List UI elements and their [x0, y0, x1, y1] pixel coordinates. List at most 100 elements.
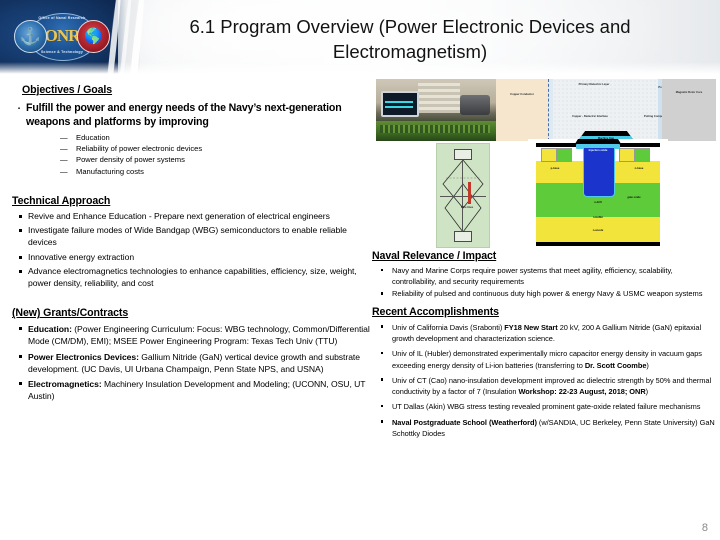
list-item-text: (Power Engineering Curriculum: Focus: WB…: [28, 324, 370, 347]
list-item: — Education: [58, 132, 370, 143]
list-item-label: Manufacturing costs: [76, 166, 144, 176]
bullet-marker: [12, 211, 28, 218]
objectives-heading: Objectives / Goals: [22, 84, 113, 96]
label-primary-dielectric-layer: Primary Dielectric Layer: [578, 83, 610, 86]
grants-section: (New) Grants/Contracts Education: (Power…: [12, 307, 370, 402]
bullet-marker: [12, 252, 28, 259]
list-item: Univ of California Davis (Srabonti) FY18…: [372, 322, 716, 345]
list-item-label: Naval Postgraduate School (Weatherford) …: [392, 417, 716, 440]
list-item-label: Power Electronics Devices: Gallium Nitri…: [28, 351, 370, 375]
list-item-pre: Univ of California Davis (Srabonti): [392, 322, 505, 332]
objectives-bullet-marker: ▪: [17, 106, 21, 112]
green-pcb: [376, 121, 496, 141]
objectives-sub-list: — Education — Reliability of power electro…: [58, 132, 370, 177]
label-n-anode: n-anode: [592, 229, 604, 232]
bullet-marker: [372, 401, 392, 408]
lattice-red-bar: [468, 182, 471, 204]
list-item: Power Electronics Devices: Gallium Nitri…: [12, 351, 370, 375]
label-gate-oxide: gate oxide: [627, 196, 641, 199]
bullet-marker: [372, 288, 392, 295]
bullet-marker: [12, 351, 28, 358]
list-item: Advance electromagnetics technologies to…: [12, 266, 370, 289]
list-item-label: Education: [76, 133, 110, 142]
list-item: Univ of CT (Cao) nano-insulation develop…: [372, 375, 716, 398]
list-item-label: Innovative energy extraction: [28, 251, 135, 262]
list-item-label: UT Dallas (Akin) WBG stress testing reve…: [392, 401, 716, 412]
list-item-bold: FY18 New Start: [504, 322, 558, 332]
label-n-base: n-base: [634, 167, 644, 170]
list-item-pre: UT Dallas (Akin) WBG stress testing reve…: [392, 402, 701, 412]
label-magnetic-rotor-core: Magnetic Rotor Core: [675, 91, 703, 94]
list-item-bold: Dr. Scott Coombe: [584, 360, 647, 370]
label-copper-dielectric-interface: Copper - Dielectric Interface: [572, 115, 608, 118]
onr-logo: Office of Naval Research ONR Science & T…: [14, 9, 110, 65]
region-p-plus-right: [619, 148, 635, 162]
copper-conductor-region: Copper Conductor: [496, 79, 548, 141]
list-item-lead: Electromagnetics:: [28, 378, 102, 389]
list-item: Naval Postgraduate School (Weatherford) …: [372, 417, 716, 440]
list-item: Reliability of pulsed and continuous dut…: [372, 288, 716, 299]
label-copper-conductor: Copper Conductor: [510, 93, 534, 96]
list-item-label: Univ of CT (Cao) nano-insulation develop…: [392, 375, 716, 398]
label-p-base: p-base: [550, 167, 560, 170]
list-item-label: Univ of IL (Hubler) demonstrated experim…: [392, 348, 716, 371]
slide-header-banner: Office of Naval Research ONR Science & T…: [0, 0, 720, 76]
label-n-drift: n-drift: [594, 201, 602, 204]
grants-heading: (New) Grants/Contracts: [12, 307, 129, 320]
label-n-buffer: n-buffer: [592, 216, 604, 219]
dash-marker: —: [60, 144, 68, 154]
dash-marker: —: [60, 133, 68, 142]
page-number: 8: [701, 522, 708, 534]
list-item-label: Power density of power systems: [76, 155, 185, 165]
dash-marker: —: [60, 166, 68, 176]
region-p-plus-left: [541, 148, 557, 162]
technical-approach-section: Technical Approach Revive and Enhance Ed…: [12, 195, 370, 290]
list-item-label: Advance electromagnetics technologies to…: [28, 266, 357, 288]
region-n-plus-left: [557, 148, 572, 162]
list-item-post: ): [646, 360, 649, 370]
magnetic-rotor-core-region: Magnetic Rotor Core: [662, 79, 716, 141]
bullet-marker: [12, 378, 28, 385]
bullet-marker: [372, 417, 392, 423]
anchor-icon: ⚓: [19, 27, 42, 46]
list-item-label: Univ of California Davis (Srabonti) FY18…: [392, 322, 716, 345]
list-item-label: Electromagnetics: Machinery Insulation D…: [28, 378, 370, 402]
gan-vertical-device-cross-section: Injection oxide gate oxide p-base n-base…: [528, 139, 668, 246]
page-title: 6.1 Program Overview (Power Electronic D…: [189, 16, 631, 62]
navy-seal-icon: ⚓: [14, 20, 47, 53]
technical-approach-heading: Technical Approach: [12, 194, 111, 207]
machinery-insulation-cross-section: Copper Conductor Primary Dielectric Laye…: [496, 79, 716, 142]
list-item: — Reliability of power electronic devices: [58, 143, 370, 154]
bullet-marker: [12, 266, 28, 274]
instrument-rack: [418, 83, 460, 113]
lattice-node-bottom: [454, 231, 472, 242]
naval-relevance-section: Naval Relevance / Impact Navy and Marine…: [372, 250, 716, 300]
power-electronics-lab-photo: [376, 79, 496, 141]
list-item: Navy and Marine Corps require power syst…: [372, 265, 716, 287]
objectives-bullet-text: Fulfill the power and energy needs of th…: [26, 102, 342, 128]
list-item-label: Reliability of power electronic devices: [76, 144, 203, 154]
list-item-label: Navy and Marine Corps require power syst…: [392, 266, 673, 287]
list-item-label: Investigate failure modes of Wide Bandga…: [28, 225, 347, 247]
list-item: Electromagnetics: Machinery Insulation D…: [12, 378, 370, 402]
list-item-bold: Naval Postgraduate School (Weatherford): [392, 417, 537, 427]
list-item: — Power density of power systems: [58, 154, 370, 165]
bullet-marker: [12, 323, 28, 331]
bullet-marker: [12, 225, 28, 233]
accomplishments-heading: Recent Accomplishments: [372, 305, 499, 318]
list-item-lead: Power Electronics Devices:: [28, 351, 139, 362]
objectives-section: Objectives / Goals ▪ Fulfill the power a…: [12, 84, 370, 177]
list-item: — Manufacturing costs: [58, 166, 370, 177]
region-n-plus-right: [635, 148, 650, 162]
list-item: Investigate failure modes of Wide Bandga…: [12, 225, 370, 248]
list-item-pre: Univ of IL (Hubler) demonstrated experim…: [392, 349, 702, 370]
figure-band-top: Copper Conductor Primary Dielectric Laye…: [376, 79, 716, 142]
list-item-bold: Workshop: 22-23 August, 2018; ONR: [518, 387, 646, 397]
gate-trench: [583, 147, 615, 197]
usmc-seal-icon: 🌎: [77, 20, 110, 53]
accomplishments-section: Recent Accomplishments Univ of Californi…: [372, 306, 716, 440]
list-item: Innovative energy extraction: [12, 252, 370, 264]
banner-bottom-fade: [0, 62, 720, 76]
eagle-globe-anchor-icon: 🌎: [84, 28, 103, 45]
list-item: Univ of IL (Hubler) demonstrated experim…: [372, 348, 716, 371]
